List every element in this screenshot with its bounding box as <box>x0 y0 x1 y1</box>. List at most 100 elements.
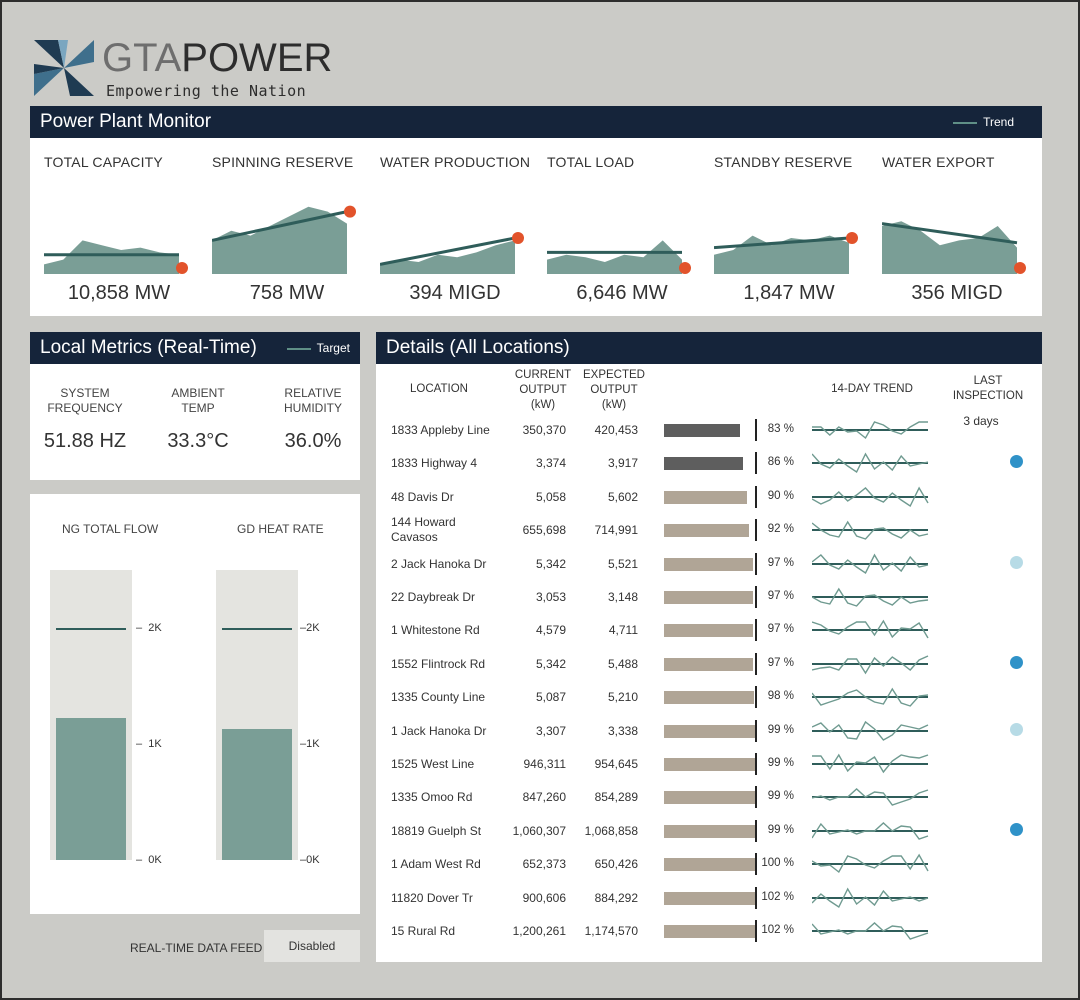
location-cell: 1 Jack Hanoka Dr <box>391 723 487 738</box>
table-row[interactable]: 1525 West Line 946,311 954,645 99 % <box>376 748 1044 781</box>
table-row[interactable]: 48 Davis Dr 5,058 5,602 90 % <box>376 481 1044 514</box>
output-ratio-bar <box>664 591 754 604</box>
percent-cell: 86 % <box>767 456 794 469</box>
kpi-area-series <box>380 240 515 274</box>
location-cell: 1335 Omoo Rd <box>391 790 473 805</box>
inspection-status-dot <box>1010 722 1023 736</box>
table-row[interactable]: 1335 Omoo Rd 847,260 854,289 99 % <box>376 781 1044 814</box>
output-ratio-bar <box>664 724 756 738</box>
metric-label: TEMP <box>181 401 215 415</box>
current-output-cell: 3,307 <box>535 723 566 738</box>
kpi-water-export: WATER EXPORT 356 MIGD <box>882 154 1032 304</box>
kpi-end-point <box>846 232 858 244</box>
target-marker <box>755 619 757 642</box>
kpi-sparkline-chart <box>212 205 356 274</box>
axis-tick-label: –2K <box>300 622 320 634</box>
table-row[interactable]: 1335 County Line 5,087 5,210 98 % <box>376 681 1044 714</box>
location-cell: 18819 Guelph St <box>391 823 482 838</box>
kpi-total-capacity: TOTAL CAPACITY 10,858 MW <box>44 154 194 304</box>
current-output-cell: 4,579 <box>535 623 566 638</box>
percent-cell: 97 % <box>767 623 794 636</box>
kpi-sparkline-chart <box>714 232 858 274</box>
table-row[interactable]: 22 Daybreak Dr 3,053 3,148 97 % <box>376 581 1044 614</box>
column-header-expected-output: EXPECTED OUTPUT (kW) <box>583 369 645 411</box>
output-ratio-bar <box>664 925 756 938</box>
kpi-sparkline-chart <box>44 240 188 274</box>
current-output-cell: 946,311 <box>523 757 567 771</box>
expected-output-cell: 4,711 <box>608 623 638 638</box>
brand-tagline: Empowering the Nation <box>106 82 307 100</box>
realtime-feed-label: REAL-TIME DATA FEED <box>130 941 263 955</box>
location-cell: 48 Davis Dr <box>391 489 454 504</box>
kpi-value: 758 MW <box>249 282 325 304</box>
table-row[interactable]: 11820 Dover Tr 900,606 884,292 102 % <box>376 882 1044 915</box>
kpi-spinning-reserve: SPINNING RESERVE 758 MW <box>212 154 362 304</box>
target-marker <box>755 719 757 742</box>
expected-output-cell: 954,645 <box>594 757 638 771</box>
expected-output-cell: 5,602 <box>607 489 638 504</box>
realtime-feed-toggle-button[interactable]: Disabled <box>264 930 360 962</box>
target-marker <box>755 786 757 809</box>
target-marker <box>755 753 757 775</box>
trend-sparkline <box>812 620 929 639</box>
kpi-end-point <box>344 205 356 218</box>
output-ratio-bar <box>664 891 756 905</box>
trend-sparkline <box>812 421 928 440</box>
output-ratio-bar <box>664 858 756 872</box>
flow-gauges-panel: NG TOTAL FLOW GD HEAT RATE – 2K – 1K – 0… <box>30 494 360 914</box>
location-cell: 1 Adam West Rd <box>391 857 481 872</box>
trend-sparkline <box>812 655 929 675</box>
trend-sparkline <box>812 553 929 574</box>
table-row[interactable]: 1 Whitestone Rd 4,579 4,711 97 % <box>376 614 1044 647</box>
expected-output-cell: 884,292 <box>594 890 638 905</box>
percent-cell: 98 % <box>767 690 794 703</box>
location-cell: 15 Rural Rd <box>391 924 456 938</box>
power-plant-monitor-panel: Power Plant Monitor Trend TOTAL CAPACITY… <box>30 106 1042 316</box>
expected-output-cell: 1,174,570 <box>584 924 638 938</box>
expected-output-cell: 420,453 <box>594 423 638 437</box>
trend-sparkline <box>812 753 929 774</box>
trend-legend: Trend <box>953 106 1014 138</box>
location-cell: 2 Jack Hanoka Dr <box>391 556 487 571</box>
table-row[interactable]: 18819 Guelph St 1,060,307 1,068,858 99 % <box>376 815 1044 848</box>
output-ratio-bar <box>664 758 756 771</box>
output-ratio-bar <box>664 524 749 538</box>
ng-total-flow-target-line <box>56 628 126 630</box>
local-metrics-panel: Local Metrics (Real-Time) Target SYSTEM … <box>30 332 360 480</box>
table-row[interactable]: 1 Jack Hanoka Dr 3,307 3,338 99 % <box>376 715 1044 748</box>
table-row[interactable]: 1833 Highway 4 3,374 3,917 86 % <box>376 447 1044 480</box>
trend-sparkline <box>812 922 929 940</box>
current-output-cell: 652,373 <box>522 857 566 872</box>
target-marker <box>755 886 757 909</box>
metric-label: HUMIDITY <box>284 401 342 415</box>
current-output-cell: 5,342 <box>535 556 566 571</box>
kpi-sparkline-chart <box>380 232 524 274</box>
current-output-cell: 5,087 <box>535 690 566 705</box>
kpi-label: TOTAL LOAD <box>547 154 635 170</box>
table-row[interactable]: 1 Adam West Rd 652,373 650,426 100 % <box>376 848 1044 881</box>
table-row[interactable]: 1833 Appleby Line 350,370 420,453 83 % 3 day… <box>376 414 1044 447</box>
current-output-cell: 3,374 <box>535 456 566 471</box>
table-row[interactable]: 144 Howard Cavasos 655,698 714,991 92 % <box>376 514 1044 547</box>
percent-cell: 83 % <box>767 423 794 435</box>
metric-label: FREQUENCY <box>47 401 123 415</box>
percent-cell: 97 % <box>767 556 794 569</box>
table-row[interactable]: 2 Jack Hanoka Dr 5,342 5,521 97 % <box>376 548 1044 581</box>
trend-sparkline <box>812 452 929 474</box>
table-row[interactable]: 1552 Flintrock Rd 5,342 5,488 97 % <box>376 648 1044 681</box>
target-marker <box>755 552 757 575</box>
expected-output-cell: 854,289 <box>594 790 638 805</box>
column-header-14-day-trend: 14-DAY TREND <box>831 383 913 395</box>
current-output-cell: 655,698 <box>522 523 566 538</box>
inspection-status-dot <box>1010 455 1023 469</box>
axis-tick-label: –1K <box>300 738 320 750</box>
percent-cell: 97 % <box>767 590 794 602</box>
table-row[interactable]: 15 Rural Rd 1,200,261 1,174,570 102 % <box>376 915 1044 948</box>
location-cell: 1 Whitestone Rd <box>391 623 480 638</box>
ng-total-flow-fill <box>56 718 126 860</box>
metric-label: AMBIENT <box>171 386 225 400</box>
kpi-value: 6,646 MW <box>576 282 668 304</box>
gauge-label-gd-heat-rate: GD HEAT RATE <box>237 522 324 536</box>
axis-tick-label: –0K <box>300 854 320 866</box>
percent-cell: 97 % <box>767 656 794 669</box>
